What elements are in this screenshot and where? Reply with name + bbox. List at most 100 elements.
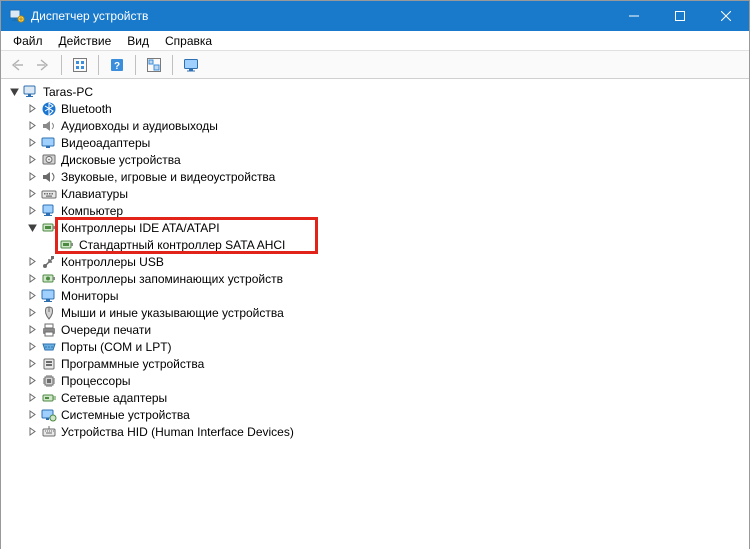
toolbar: ?	[1, 51, 749, 79]
port-icon	[41, 339, 57, 355]
hid-icon	[41, 424, 57, 440]
controller-icon	[59, 237, 75, 253]
tree-item-label: Устройства HID (Human Interface Devices)	[61, 425, 294, 439]
chevron-right-icon[interactable]	[25, 153, 39, 167]
tree-category-system[interactable]: Системные устройства	[25, 406, 743, 423]
chevron-right-icon[interactable]	[25, 357, 39, 371]
chevron-right-icon[interactable]	[25, 289, 39, 303]
menu-action[interactable]: Действие	[51, 32, 120, 50]
mouse-icon	[41, 305, 57, 321]
tree-item-label: Процессоры	[61, 374, 131, 388]
tree-item-label: Системные устройства	[61, 408, 190, 422]
system-device-icon	[41, 407, 57, 423]
tree-category-monitors[interactable]: Мониторы	[25, 287, 743, 304]
app-icon	[9, 8, 25, 24]
audio-icon	[41, 118, 57, 134]
tree-item-label: Мониторы	[61, 289, 118, 303]
tree-item-label: Стандартный контроллер SATA AHCI	[79, 238, 285, 252]
tree-item-label: Мыши и иные указывающие устройства	[61, 306, 284, 320]
disk-icon	[41, 152, 57, 168]
tree-category-video[interactable]: Видеоадаптеры	[25, 134, 743, 151]
tree-item-label: Сетевые адаптеры	[61, 391, 167, 405]
tree-item-label: Клавиатуры	[61, 187, 128, 201]
usb-icon	[41, 254, 57, 270]
controller-icon	[41, 220, 57, 236]
maximize-button[interactable]	[657, 1, 703, 31]
tree-item-label: Видеоадаптеры	[61, 136, 150, 150]
chevron-right-icon[interactable]	[25, 170, 39, 184]
tree-category-printqueues[interactable]: Очереди печати	[25, 321, 743, 338]
tree-category-ports[interactable]: Порты (COM и LPT)	[25, 338, 743, 355]
tree-category-keyboards[interactable]: Клавиатуры	[25, 185, 743, 202]
printer-icon	[41, 322, 57, 338]
chevron-right-icon[interactable]	[25, 391, 39, 405]
display-devices-button[interactable]	[179, 54, 203, 76]
window-title: Диспетчер устройств	[31, 9, 611, 23]
tree-category-bluetooth[interactable]: Bluetooth	[25, 100, 743, 117]
minimize-button[interactable]	[611, 1, 657, 31]
window-controls	[611, 1, 749, 31]
bluetooth-icon	[41, 101, 57, 117]
chevron-right-icon[interactable]	[25, 408, 39, 422]
toolbar-separator	[135, 55, 136, 75]
titlebar: Диспетчер устройств	[1, 1, 749, 31]
toolbar-separator	[61, 55, 62, 75]
tree-item-label: Компьютер	[61, 204, 123, 218]
tree-category-computer[interactable]: Компьютер	[25, 202, 743, 219]
tree-category-storage-ctrl[interactable]: Контроллеры запоминающих устройств	[25, 270, 743, 287]
show-hidden-button[interactable]	[68, 54, 92, 76]
tree-category-sound[interactable]: Звуковые, игровые и видеоустройства	[25, 168, 743, 185]
tree-device-sata-ahci[interactable]: Стандартный контроллер SATA AHCI	[43, 236, 743, 253]
chevron-right-icon[interactable]	[25, 374, 39, 388]
scan-hardware-button[interactable]	[142, 54, 166, 76]
computer-icon	[23, 84, 39, 100]
tree-item-label: Звуковые, игровые и видеоустройства	[61, 170, 275, 184]
nav-back-button	[5, 54, 29, 76]
tree-category-audio[interactable]: Аудиовходы и аудиовыходы	[25, 117, 743, 134]
cpu-icon	[41, 373, 57, 389]
tree-category-netadapters[interactable]: Сетевые адаптеры	[25, 389, 743, 406]
network-icon	[41, 390, 57, 406]
chevron-right-icon[interactable]	[25, 272, 39, 286]
help-button[interactable]: ?	[105, 54, 129, 76]
chevron-right-icon[interactable]	[25, 102, 39, 116]
chevron-down-icon[interactable]	[7, 85, 21, 99]
chevron-right-icon[interactable]	[25, 340, 39, 354]
tree-category-cpus[interactable]: Процессоры	[25, 372, 743, 389]
tree-item-label: Bluetooth	[61, 102, 112, 116]
tree-category-software[interactable]: Программные устройства	[25, 355, 743, 372]
chevron-down-icon[interactable]	[25, 221, 39, 235]
nav-forward-button	[31, 54, 55, 76]
sound-icon	[41, 169, 57, 185]
tree-client-area[interactable]: Taras-PC Bluetooth Аудиовходы и аудиовых…	[1, 79, 749, 550]
tree-item-label: Программные устройства	[61, 357, 204, 371]
tree-category-disks[interactable]: Дисковые устройства	[25, 151, 743, 168]
pc-icon	[41, 203, 57, 219]
chevron-right-icon[interactable]	[25, 204, 39, 218]
tree-category-ide[interactable]: Контроллеры IDE ATA/ATAPI	[25, 219, 743, 236]
menu-file[interactable]: Файл	[5, 32, 51, 50]
chevron-right-icon[interactable]	[25, 323, 39, 337]
storage-controller-icon	[41, 271, 57, 287]
tree-category-mice[interactable]: Мыши и иные указывающие устройства	[25, 304, 743, 321]
tree-category-usb[interactable]: Контроллеры USB	[25, 253, 743, 270]
menu-view[interactable]: Вид	[119, 32, 157, 50]
tree-root-label: Taras-PC	[43, 85, 93, 99]
chevron-right-icon[interactable]	[25, 306, 39, 320]
tree-item-label: Контроллеры IDE ATA/ATAPI	[61, 221, 220, 235]
toolbar-separator	[98, 55, 99, 75]
tree-root-node[interactable]: Taras-PC	[7, 83, 743, 100]
tree-category-hid[interactable]: Устройства HID (Human Interface Devices)	[25, 423, 743, 440]
chevron-right-icon[interactable]	[25, 187, 39, 201]
chevron-right-icon[interactable]	[25, 136, 39, 150]
menu-help[interactable]: Справка	[157, 32, 220, 50]
device-tree[interactable]: Taras-PC Bluetooth Аудиовходы и аудиовых…	[7, 83, 743, 440]
tree-item-label: Аудиовходы и аудиовыходы	[61, 119, 218, 133]
display-adapter-icon	[41, 135, 57, 151]
keyboard-icon	[41, 186, 57, 202]
software-device-icon	[41, 356, 57, 372]
chevron-right-icon[interactable]	[25, 119, 39, 133]
close-button[interactable]	[703, 1, 749, 31]
chevron-right-icon[interactable]	[25, 425, 39, 439]
chevron-right-icon[interactable]	[25, 255, 39, 269]
